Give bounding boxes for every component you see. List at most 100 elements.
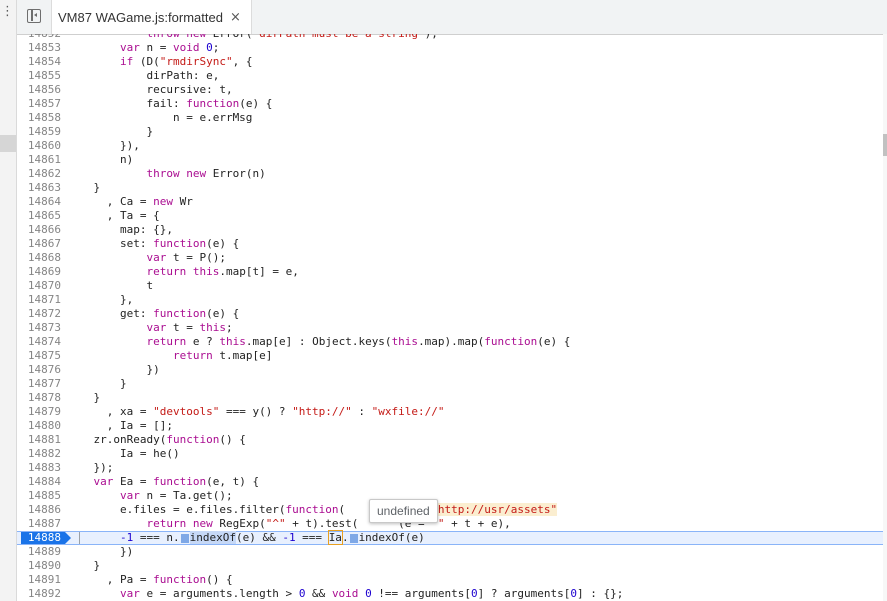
- code-line[interactable]: 14878 }: [17, 391, 883, 405]
- line-number[interactable]: 14885: [17, 489, 61, 503]
- line-number[interactable]: 14866: [17, 223, 61, 237]
- line-number[interactable]: 14854: [17, 55, 61, 69]
- line-number[interactable]: 14877: [17, 377, 61, 391]
- code-line[interactable]: 14876 }): [17, 363, 883, 377]
- panel-selection-band: [0, 135, 16, 152]
- code-line[interactable]: 14858 n = e.errMsg: [17, 111, 883, 125]
- code-line[interactable]: 14888 -1 === n. indexOf(e) && -1 === Ia. i…: [17, 530, 883, 545]
- line-number[interactable]: 14856: [17, 83, 61, 97]
- code-line[interactable]: 14885 var n = Ta.get();: [17, 489, 883, 503]
- code-line[interactable]: 14874 return e ? this.map[e] : Object.ke…: [17, 335, 883, 349]
- code-token: .map).map(: [418, 335, 485, 348]
- toggle-navigator-icon[interactable]: [27, 9, 41, 23]
- scrollbar-thumb[interactable]: [883, 134, 887, 156]
- code-editor[interactable]: 14852 throw new Error("dirPath must be a…: [17, 34, 883, 601]
- line-number[interactable]: 14863: [17, 181, 61, 195]
- code-line[interactable]: 14877 }: [17, 377, 883, 391]
- kebab-vertical-icon[interactable]: ⋮: [1, 5, 14, 18]
- line-number[interactable]: 14874: [17, 335, 61, 349]
- code-line[interactable]: 14871 },: [17, 293, 883, 307]
- line-number[interactable]: 14872: [17, 307, 61, 321]
- code-line[interactable]: 14879 , xa = "devtools" === y() ? "http:…: [17, 405, 883, 419]
- code-token: "http://": [292, 405, 352, 418]
- code-token: 0: [365, 587, 372, 600]
- line-number[interactable]: 14880: [17, 419, 61, 433]
- line-number[interactable]: 14869: [17, 265, 61, 279]
- code-line[interactable]: 14864 , Ca = new Wr: [17, 195, 883, 209]
- line-number[interactable]: 14862: [17, 167, 61, 181]
- line-number[interactable]: 14882: [17, 447, 61, 461]
- code-line[interactable]: 14882 Ia = he(): [17, 447, 883, 461]
- code-line[interactable]: 14873 var t = this;: [17, 321, 883, 335]
- code-line[interactable]: 14857 fail: function(e) {: [17, 97, 883, 111]
- line-number[interactable]: 14889: [17, 545, 61, 559]
- line-number[interactable]: 14876: [17, 363, 61, 377]
- code-line[interactable]: 14884 var Ea = function(e, t) {: [17, 475, 883, 489]
- file-tab[interactable]: VM87 WAGame.js:formatted ×: [51, 0, 252, 34]
- line-source: var n = void 0;: [67, 41, 219, 55]
- code-line[interactable]: 14887 return new RegExp("^" + t).test( (…: [17, 517, 883, 531]
- code-line[interactable]: 14875 return t.map[e]: [17, 349, 883, 363]
- code-token: }): [67, 363, 160, 376]
- code-token: return this: [146, 265, 220, 278]
- code-line[interactable]: 14868 var t = P();: [17, 251, 883, 265]
- line-number[interactable]: 14864: [17, 195, 61, 209]
- line-number[interactable]: 14892: [17, 587, 61, 601]
- code-line[interactable]: 14852 throw new Error("dirPath must be a…: [17, 34, 883, 41]
- code-line[interactable]: 14892 var e = arguments.length > 0 && vo…: [17, 587, 883, 601]
- line-number[interactable]: 14878: [17, 391, 61, 405]
- line-number[interactable]: 14858: [17, 111, 61, 125]
- line-number[interactable]: 14852: [17, 34, 61, 41]
- line-number[interactable]: 14855: [17, 69, 61, 83]
- code-line[interactable]: 14854 if (D("rmdirSync", {: [17, 55, 883, 69]
- code-line[interactable]: 14860 }),: [17, 139, 883, 153]
- line-number[interactable]: 14867: [17, 237, 61, 251]
- code-line[interactable]: 14881 zr.onReady(function() {: [17, 433, 883, 447]
- line-number[interactable]: 14865: [17, 209, 61, 223]
- code-line[interactable]: 14880 , Ia = [];: [17, 419, 883, 433]
- code-line[interactable]: 14872 get: function(e) {: [17, 307, 883, 321]
- code-line[interactable]: 14870 t: [17, 279, 883, 293]
- code-token: function: [153, 573, 207, 586]
- line-number[interactable]: 14879: [17, 405, 61, 419]
- code-line[interactable]: 14859 }: [17, 125, 883, 139]
- code-line[interactable]: 14886 e.files = e.files.filter(function(…: [17, 503, 883, 517]
- line-number[interactable]: 14853: [17, 41, 61, 55]
- line-number[interactable]: 14859: [17, 125, 61, 139]
- line-number[interactable]: 14883: [17, 461, 61, 475]
- code-line[interactable]: 14866 map: {},: [17, 223, 883, 237]
- line-number[interactable]: 14891: [17, 573, 61, 587]
- line-number[interactable]: 14875: [17, 349, 61, 363]
- code-line[interactable]: 14891 , Pa = function() {: [17, 573, 883, 587]
- line-number[interactable]: 14870: [17, 279, 61, 293]
- line-number[interactable]: 14890: [17, 559, 61, 573]
- code-line[interactable]: 14865 , Ta = {: [17, 209, 883, 223]
- line-number[interactable]: 14860: [17, 139, 61, 153]
- code-line[interactable]: 14889 }): [17, 545, 883, 559]
- line-number[interactable]: 14873: [17, 321, 61, 335]
- code-line[interactable]: 14890 }: [17, 559, 883, 573]
- line-source: var e = arguments.length > 0 && void 0 !…: [67, 587, 623, 601]
- code-line[interactable]: 14861 n): [17, 153, 883, 167]
- code-line[interactable]: 14853 var n = void 0;: [17, 41, 883, 55]
- breakpoint-line-number[interactable]: 14888: [21, 532, 65, 544]
- line-number[interactable]: 14857: [17, 97, 61, 111]
- vertical-scrollbar[interactable]: [883, 34, 887, 601]
- line-number[interactable]: 14881: [17, 433, 61, 447]
- code-line[interactable]: 14862 throw new Error(n): [17, 167, 883, 181]
- close-icon[interactable]: ×: [230, 10, 241, 25]
- code-token: n): [67, 153, 134, 166]
- line-number[interactable]: 14886: [17, 503, 61, 517]
- code-line[interactable]: 14863 }: [17, 181, 883, 195]
- code-token: }: [67, 559, 101, 572]
- line-number[interactable]: 14871: [17, 293, 61, 307]
- line-number[interactable]: 14868: [17, 251, 61, 265]
- code-line[interactable]: 14869 return this.map[t] = e,: [17, 265, 883, 279]
- line-number[interactable]: 14884: [17, 475, 61, 489]
- line-number[interactable]: 14861: [17, 153, 61, 167]
- code-line[interactable]: 14856 recursive: t,: [17, 83, 883, 97]
- code-line[interactable]: 14867 set: function(e) {: [17, 237, 883, 251]
- code-line[interactable]: 14883 });: [17, 461, 883, 475]
- code-line[interactable]: 14855 dirPath: e,: [17, 69, 883, 83]
- line-number[interactable]: 14887: [17, 517, 61, 531]
